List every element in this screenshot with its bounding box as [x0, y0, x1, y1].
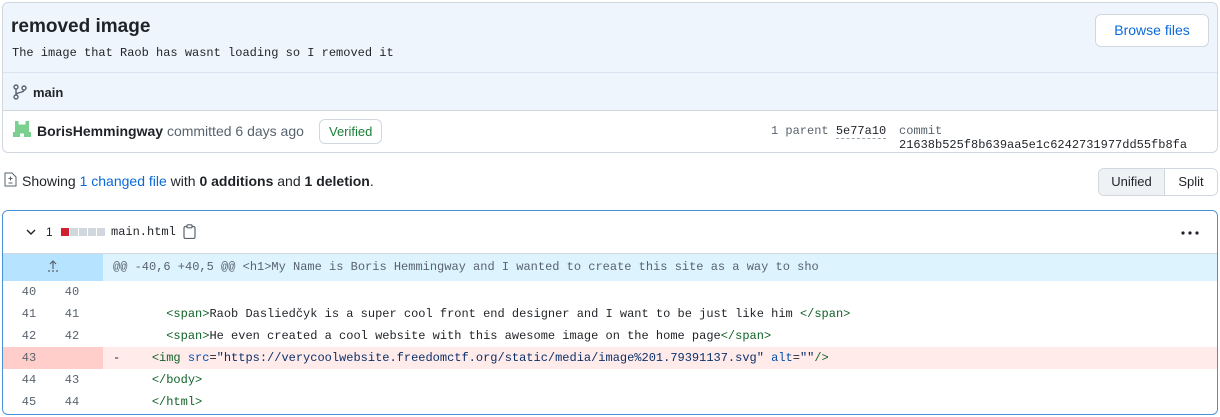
code-tag: </body>	[151, 373, 203, 387]
diff-line-context: 42 42 <span>He even created a cool websit…	[3, 325, 1217, 347]
file-name[interactable]: main.html	[111, 225, 176, 239]
file-change-count: 1	[46, 225, 53, 239]
diff-sign: -	[113, 351, 121, 365]
file-header: 1 main.html	[3, 211, 1217, 254]
parent-info: 1 parent 5e77a10	[771, 124, 887, 139]
diffstat	[61, 228, 105, 236]
code-eq: =	[792, 351, 800, 365]
commit-title: removed image	[11, 16, 151, 37]
file-diff: 1 main.html @@ -40,6 +40,5 @@ <h1>My Nam…	[2, 210, 1218, 415]
new-line-number[interactable]: 43	[53, 369, 103, 391]
code-content: <span>Raob Dasliedčyk is a super cool fr…	[103, 303, 850, 325]
hunk-header: @@ -40,6 +40,5 @@ <h1>My Name is Boris H…	[113, 260, 819, 274]
commit-summary-panel: removed image The image that Raob has wa…	[3, 3, 1217, 111]
old-line-number[interactable]: 44	[3, 369, 53, 391]
diff-line-context: 44 43 </body>	[3, 369, 1217, 391]
author-link[interactable]: BorisHemmingway	[37, 123, 163, 139]
expand-up-button[interactable]	[3, 254, 103, 281]
code-tag: </span>	[799, 307, 851, 321]
new-line-number[interactable]: 41	[53, 303, 103, 325]
old-line-number[interactable]: 41	[3, 303, 53, 325]
code-content: </html>	[103, 391, 202, 413]
old-line-number[interactable]: 45	[3, 391, 53, 413]
summary-and: and	[277, 173, 301, 189]
code-content: - <img src="https://verycoolwebsite.free…	[103, 347, 829, 369]
new-line-number[interactable]: 44	[53, 391, 103, 413]
summary-with: with	[170, 173, 196, 189]
diff-line-deleted: 43- <img src="https://verycoolwebsite.fr…	[3, 347, 1217, 369]
diffstat-deletion-block	[61, 228, 69, 236]
code-tag: <span>	[166, 329, 210, 343]
chevron-down-icon[interactable]	[25, 226, 37, 238]
old-line-number[interactable]: 40	[3, 281, 53, 303]
deletions-count: 1 deletion	[304, 173, 370, 189]
diff-table: @@ -40,6 +40,5 @@ <h1>My Name is Boris H…	[3, 254, 1217, 413]
diff-line-context: 40 40	[3, 281, 1217, 303]
code-tag: </html>	[151, 395, 203, 409]
divider	[3, 72, 1217, 73]
diff-summary: Showing 1 changed file with 0 additions …	[22, 173, 374, 189]
diffstat-neutral-block	[88, 228, 96, 236]
new-line-number[interactable]: 40	[53, 281, 103, 303]
code-tag: <span>	[166, 307, 210, 321]
commit-sha: 21638b525f8b639aa5e1c6242731977dd55fb8fa	[899, 138, 1188, 152]
code-string: ""	[799, 351, 815, 365]
commit-info: commit 21638b525f8b639aa5e1c6242731977dd…	[899, 124, 1217, 152]
changed-files-link[interactable]: 1 changed file	[80, 173, 167, 189]
identicon-avatar[interactable]	[13, 121, 31, 139]
code-tag: />	[814, 351, 829, 365]
additions-count: 0 additions	[199, 173, 274, 189]
diff-lines: 40 40 41 41 <span>Raob Dasliedčyk is a sup…	[3, 281, 1217, 413]
code-attr: src	[187, 351, 210, 365]
commit-description: The image that Raob has wasnt loading so…	[12, 46, 394, 60]
diff-line-context: 45 44 </html>	[3, 391, 1217, 413]
split-view-button[interactable]: Split	[1165, 169, 1217, 195]
code-text: Raob Dasliedčyk is a super cool front en…	[209, 307, 800, 321]
summary-prefix: Showing	[22, 173, 76, 189]
copy-icon[interactable]	[183, 224, 196, 239]
diff-line-context: 41 41 <span>Raob Dasliedčyk is a super co…	[3, 303, 1217, 325]
old-line-number[interactable]: 42	[3, 325, 53, 347]
diffstat-neutral-block	[70, 228, 78, 236]
summary-period: .	[369, 173, 374, 189]
code-tag: <img	[151, 351, 188, 365]
new-line-number[interactable]	[53, 347, 103, 369]
diffstat-neutral-block	[97, 228, 105, 236]
unified-view-button[interactable]: Unified	[1099, 169, 1165, 195]
kebab-horizontal-icon[interactable]	[1181, 231, 1199, 235]
code-string: "https://verycoolwebsite.freedomctf.org/…	[216, 351, 764, 365]
author-line: BorisHemmingway committed 6 days ago	[37, 123, 304, 139]
diff-view-toggle: Unified Split	[1098, 168, 1218, 196]
unfold-icon	[48, 260, 58, 272]
commit-header: removed image The image that Raob has wa…	[2, 2, 1218, 153]
diffstat-neutral-block	[79, 228, 87, 236]
code-attr: alt	[763, 351, 793, 365]
code-content	[103, 281, 137, 303]
code-eq: =	[209, 351, 217, 365]
browse-files-button[interactable]: Browse files	[1095, 14, 1209, 47]
branch-name[interactable]: main	[33, 85, 63, 100]
git-branch-icon	[13, 84, 27, 100]
old-line-number[interactable]: 43	[3, 347, 53, 369]
parent-sha-link[interactable]: 5e77a10	[835, 124, 887, 139]
hunk-header-row: @@ -40,6 +40,5 @@ <h1>My Name is Boris H…	[3, 254, 1217, 281]
committed-time: committed 6 days ago	[166, 123, 304, 139]
diff-file-icon	[4, 172, 17, 187]
commit-label: commit	[899, 124, 943, 138]
code-text: He even created a cool website with this…	[209, 329, 721, 343]
code-tag: </span>	[720, 329, 772, 343]
code-content: </body>	[103, 369, 202, 391]
verified-badge[interactable]: Verified	[319, 119, 383, 144]
parent-label: 1 parent	[771, 124, 829, 138]
new-line-number[interactable]: 42	[53, 325, 103, 347]
code-content: <span>He even created a cool website wit…	[103, 325, 771, 347]
